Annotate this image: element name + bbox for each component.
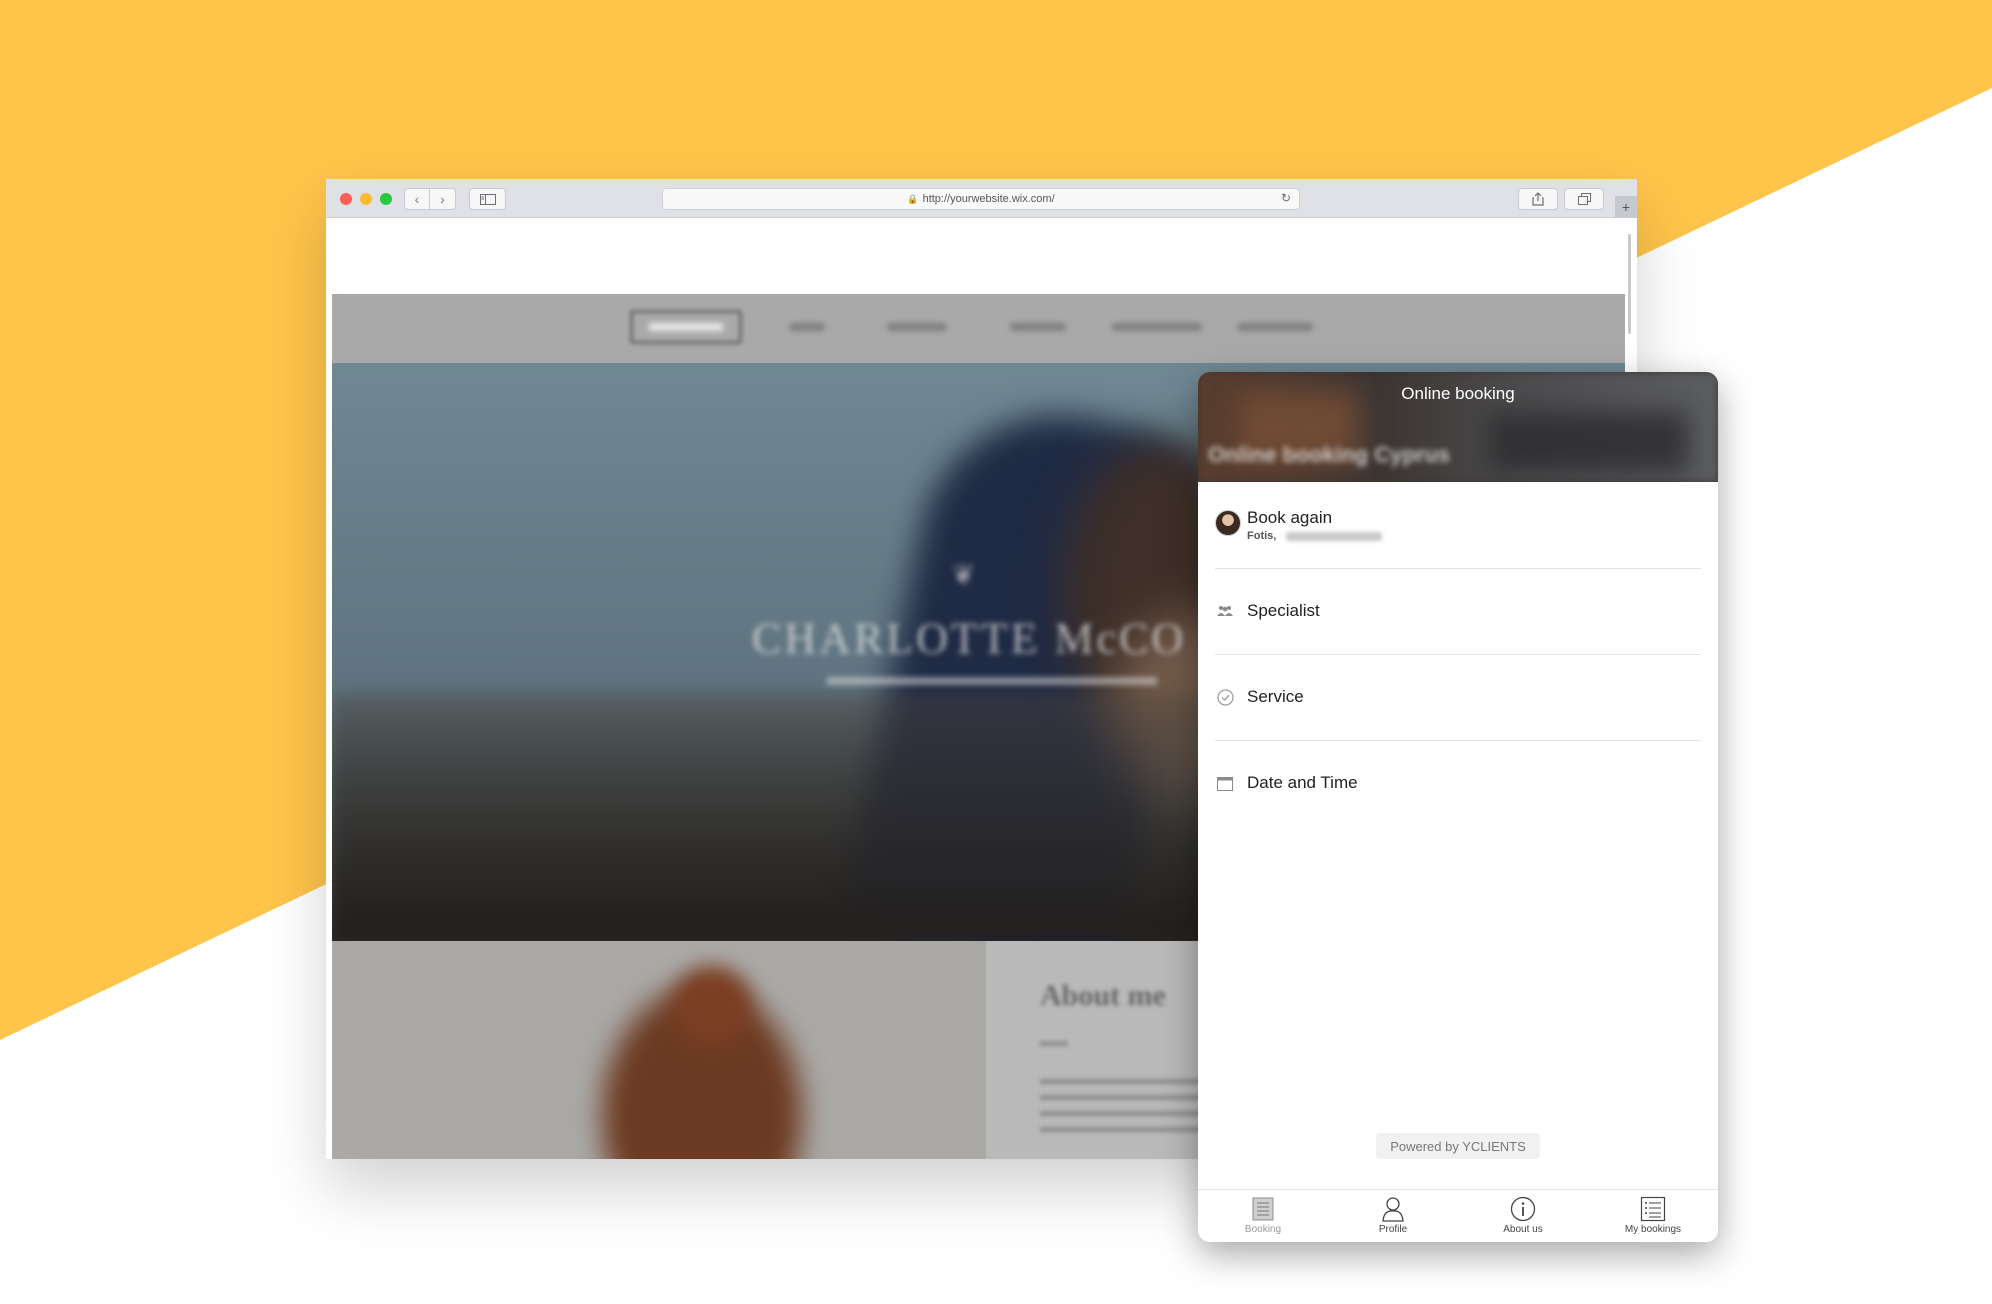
calendar-icon [1215, 773, 1235, 793]
site-nav-link[interactable] [1112, 323, 1202, 331]
page-top-blank [326, 218, 1627, 294]
hero-title: CHARLOTTE McCO [752, 614, 1187, 663]
powered-by-badge[interactable]: Powered by YCLIENTS [1376, 1133, 1540, 1159]
info-icon [1510, 1196, 1536, 1222]
site-nav-link[interactable] [1237, 323, 1313, 331]
site-nav-link[interactable] [1010, 323, 1066, 331]
check-circle-icon [1215, 687, 1235, 707]
close-window-button[interactable] [340, 193, 352, 205]
back-button[interactable]: ‹ [404, 188, 430, 210]
hero-subtitle [827, 677, 1157, 685]
reload-icon[interactable]: ↻ [1281, 191, 1291, 205]
chevron-right-icon: › [440, 191, 445, 207]
sidebar-icon [479, 193, 496, 205]
profile-icon [1382, 1197, 1404, 1222]
tab-profile[interactable]: Profile [1328, 1190, 1458, 1242]
site-nav-link[interactable] [887, 323, 947, 331]
tab-booking-label: Booking [1244, 1224, 1282, 1235]
booking-widget: Online booking Online booking Cyprus Boo… [1198, 372, 1718, 1242]
hero-emblem: ❦ [952, 559, 976, 590]
share-icon [1532, 192, 1544, 206]
scrollbar[interactable] [1628, 234, 1631, 334]
site-nav-link[interactable] [789, 323, 825, 331]
new-tab-button[interactable]: + [1615, 196, 1637, 218]
specialist-label: Specialist [1247, 601, 1320, 620]
date-time-label: Date and Time [1247, 773, 1358, 792]
plus-icon: + [1621, 199, 1631, 215]
avatar [1215, 510, 1241, 536]
about-photo [332, 941, 986, 1159]
service-label: Service [1247, 687, 1304, 706]
book-again-label: Book again [1247, 508, 1333, 527]
tabs-overview-button[interactable] [1564, 188, 1604, 210]
service-item[interactable]: Service [1215, 655, 1701, 741]
specialist-item[interactable]: Specialist [1215, 569, 1701, 655]
list-icon [1640, 1196, 1666, 1222]
tab-booking[interactable]: Booking [1198, 1190, 1328, 1242]
tab-my-bookings-label: My bookings [1624, 1224, 1682, 1235]
minimize-window-button[interactable] [360, 193, 372, 205]
tabs-icon [1577, 193, 1591, 205]
tab-profile-label: Profile [1378, 1224, 1408, 1235]
chevron-left-icon: ‹ [414, 191, 420, 207]
booking-icon [1252, 1197, 1274, 1221]
book-again-service-blurred [1286, 532, 1382, 541]
maximize-window-button[interactable] [380, 193, 392, 205]
widget-tabbar: Booking Profile About us My bookings [1198, 1189, 1718, 1242]
tab-my-bookings[interactable]: My bookings [1588, 1190, 1718, 1242]
history-nav: ‹ › [404, 188, 457, 210]
browser-titlebar: ‹ › 🔒 http://yourwebsite.wix.com/ ↻ + [326, 179, 1637, 218]
url-text: http://yourwebsite.wix.com/ [922, 193, 1055, 205]
people-icon [1215, 601, 1235, 621]
site-logo[interactable] [630, 310, 742, 344]
tab-about-us[interactable]: About us [1458, 1190, 1588, 1242]
tab-about-us-label: About us [1503, 1224, 1543, 1235]
stage: ‹ › 🔒 http://yourwebsite.wix.com/ ↻ + ❦ … [0, 0, 1992, 1304]
widget-header: Online booking Online booking Cyprus [1198, 372, 1718, 482]
widget-subtitle: Online booking Cyprus [1208, 442, 1451, 467]
date-time-item[interactable]: Date and Time [1215, 741, 1701, 827]
widget-title: Online booking [1401, 384, 1515, 403]
sidebar-toggle-button[interactable] [469, 188, 506, 210]
lock-icon: 🔒 [907, 193, 919, 204]
share-button[interactable] [1518, 188, 1558, 210]
site-nav [332, 294, 1625, 363]
address-bar[interactable]: 🔒 http://yourwebsite.wix.com/ ↻ [662, 188, 1300, 210]
book-again-item[interactable]: Book again Fotis, [1215, 482, 1701, 569]
book-again-detail: Fotis, [1247, 530, 1277, 542]
forward-button[interactable]: › [430, 188, 456, 210]
booking-steps: Book again Fotis, Specialist Service Dat… [1215, 482, 1701, 827]
about-title: About me [1040, 979, 1166, 1012]
